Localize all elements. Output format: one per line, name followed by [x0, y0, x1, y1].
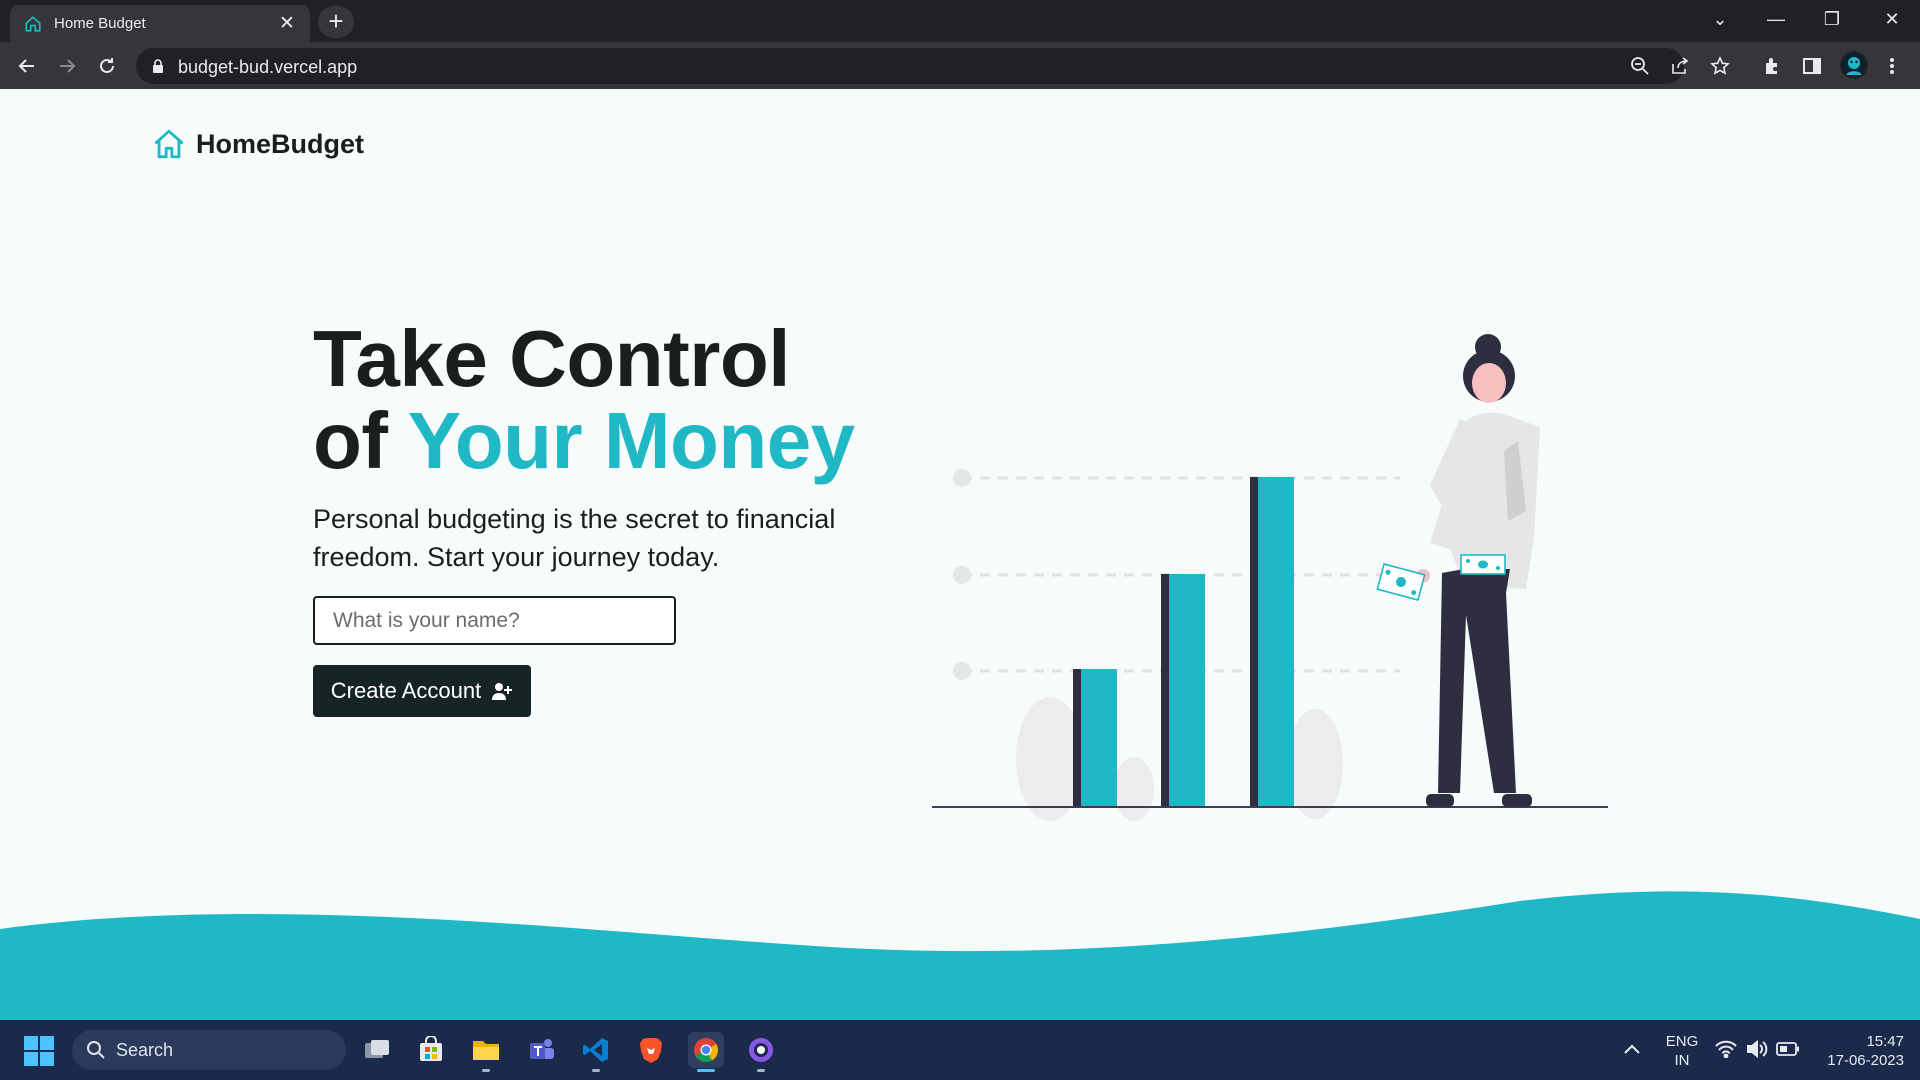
- bookmark-star-icon[interactable]: [1710, 56, 1730, 76]
- lock-icon: [153, 59, 163, 73]
- windows-taskbar: Search ENG IN 15:47 17-06-2023: [0, 1020, 1920, 1080]
- extensions-icon[interactable]: [1761, 54, 1785, 78]
- profile-avatar[interactable]: [1840, 51, 1868, 79]
- search-icon: [87, 1041, 105, 1059]
- bar-chart-graphic: [1073, 477, 1294, 807]
- forward-arrow-icon: [60, 59, 76, 73]
- windows-start-icon[interactable]: [24, 1036, 54, 1066]
- home-favicon-icon: [25, 15, 41, 32]
- running-indicator: [592, 1069, 600, 1072]
- address-bar[interactable]: budget-bud.vercel.app: [136, 48, 1730, 84]
- finance-illustration: [932, 334, 1608, 821]
- headline: Take Control of Your Money: [313, 318, 933, 482]
- teams-icon[interactable]: [523, 1032, 559, 1068]
- url-text: budget-bud.vercel.app: [178, 57, 358, 77]
- close-window-button[interactable]: ✕: [1864, 0, 1920, 38]
- clock-time: 15:47: [1866, 1033, 1904, 1050]
- subtitle: Personal budgeting is the secret to fina…: [313, 504, 836, 572]
- user-plus-icon: [492, 683, 513, 700]
- github-desktop-icon[interactable]: [743, 1032, 779, 1072]
- hero-section: Take Control of Your Money Personal budg…: [313, 318, 933, 717]
- browser-toolbar: budget-bud.vercel.app: [0, 42, 1920, 89]
- wifi-icon[interactable]: [1715, 1040, 1737, 1058]
- minimize-button[interactable]: —: [1748, 0, 1804, 38]
- task-view-icon[interactable]: [359, 1032, 395, 1068]
- zoom-icon[interactable]: [1630, 56, 1650, 76]
- headline-of: of: [313, 396, 388, 485]
- page-content: HomeBudget Take Control of Your Money Pe…: [0, 89, 1920, 1020]
- headline-line2: of Your Money: [313, 400, 933, 482]
- headline-accent: Your Money: [407, 396, 855, 485]
- brave-browser-icon[interactable]: [633, 1032, 669, 1068]
- running-indicator: [757, 1069, 765, 1072]
- tab-search-chevron-icon[interactable]: ⌄: [1692, 0, 1748, 38]
- reload-icon: [100, 58, 114, 73]
- volume-icon[interactable]: [1746, 1040, 1768, 1058]
- language-line1: ENG: [1665, 1033, 1699, 1050]
- create-account-button[interactable]: Create Account: [313, 665, 531, 717]
- name-input[interactable]: [313, 596, 676, 645]
- home-icon: [154, 129, 184, 159]
- guide-dots: [953, 469, 971, 680]
- taskbar-search-label: Search: [116, 1039, 174, 1060]
- browser-tab[interactable]: Home Budget ✕: [10, 5, 310, 42]
- clock[interactable]: 15:47 17-06-2023: [1808, 1032, 1904, 1070]
- battery-icon[interactable]: [1776, 1042, 1800, 1056]
- taskbar-search[interactable]: Search: [72, 1030, 346, 1070]
- clock-date: 17-06-2023: [1827, 1052, 1904, 1069]
- file-explorer-icon[interactable]: [468, 1032, 504, 1072]
- logo-text: HomeBudget: [196, 128, 364, 159]
- running-indicator: [697, 1069, 715, 1072]
- forward-button[interactable]: [51, 50, 83, 82]
- new-tab-button[interactable]: +: [318, 6, 354, 38]
- microsoft-store-icon[interactable]: [413, 1032, 449, 1068]
- chrome-icon[interactable]: [688, 1032, 724, 1072]
- running-indicator: [482, 1069, 490, 1072]
- headline-line1: Take Control: [313, 314, 791, 403]
- vscode-icon[interactable]: [578, 1032, 614, 1072]
- browser-tab-bar: Home Budget ✕ + ⌄ — ❐ ✕: [0, 0, 1920, 42]
- side-panel-icon[interactable]: [1800, 54, 1824, 78]
- show-hidden-icons-chevron-icon[interactable]: [1623, 1042, 1641, 1056]
- reload-button[interactable]: [91, 50, 123, 82]
- create-account-label: Create Account: [330, 678, 482, 703]
- back-arrow-icon: [18, 59, 34, 73]
- language-indicator[interactable]: ENG IN: [1660, 1032, 1704, 1070]
- back-button[interactable]: [11, 50, 43, 82]
- restore-button[interactable]: ❐: [1804, 0, 1860, 38]
- bottom-wave-decoration: [0, 891, 1920, 1020]
- site-logo[interactable]: HomeBudget: [152, 127, 364, 161]
- language-line2: IN: [1674, 1052, 1690, 1069]
- menu-kebab-icon[interactable]: [1880, 54, 1904, 78]
- share-icon[interactable]: [1670, 56, 1690, 76]
- tab-close-icon[interactable]: ✕: [276, 13, 298, 35]
- tab-title: Home Budget: [54, 15, 146, 32]
